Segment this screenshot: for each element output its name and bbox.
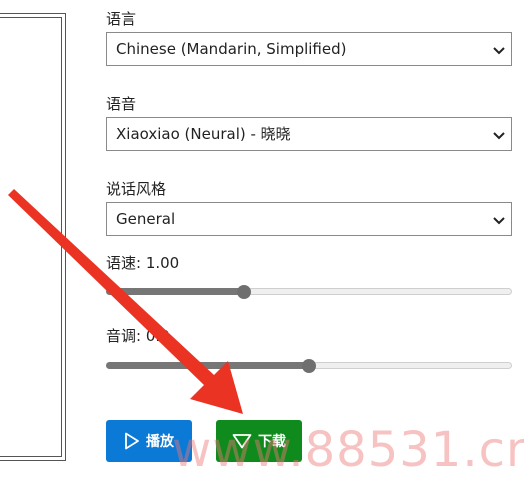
annotation-arrow-icon bbox=[8, 189, 243, 414]
pitch-label: 音调: 0.0 bbox=[106, 327, 170, 345]
pitch-slider[interactable] bbox=[106, 359, 512, 373]
chevron-down-icon bbox=[493, 47, 505, 55]
chevron-down-icon bbox=[493, 132, 505, 140]
voice-select-value: Xiaoxiao (Neural) - 晓晓 bbox=[116, 125, 291, 143]
language-label: 语言 bbox=[106, 10, 137, 28]
watermark: www.88531.cn bbox=[172, 422, 524, 478]
language-select-value: Chinese (Mandarin, Simplified) bbox=[116, 40, 347, 58]
rate-slider-fill bbox=[106, 288, 244, 295]
speaking-style-select[interactable]: General bbox=[106, 202, 512, 236]
chevron-down-icon bbox=[493, 217, 505, 225]
rate-slider-thumb[interactable] bbox=[237, 285, 251, 299]
language-select[interactable]: Chinese (Mandarin, Simplified) bbox=[106, 32, 512, 66]
text-input-panel-inner bbox=[0, 17, 62, 457]
voice-label: 语音 bbox=[106, 95, 137, 113]
pitch-slider-fill bbox=[106, 362, 309, 369]
play-icon bbox=[125, 432, 139, 450]
rate-slider[interactable] bbox=[106, 285, 512, 299]
rate-label: 语速: 1.00 bbox=[106, 254, 180, 272]
voice-select[interactable]: Xiaoxiao (Neural) - 晓晓 bbox=[106, 117, 512, 151]
speaking-style-select-value: General bbox=[116, 210, 176, 228]
play-button-label: 播放 bbox=[146, 434, 174, 450]
pitch-slider-thumb[interactable] bbox=[302, 359, 316, 373]
speaking-style-label: 说话风格 bbox=[106, 180, 167, 198]
